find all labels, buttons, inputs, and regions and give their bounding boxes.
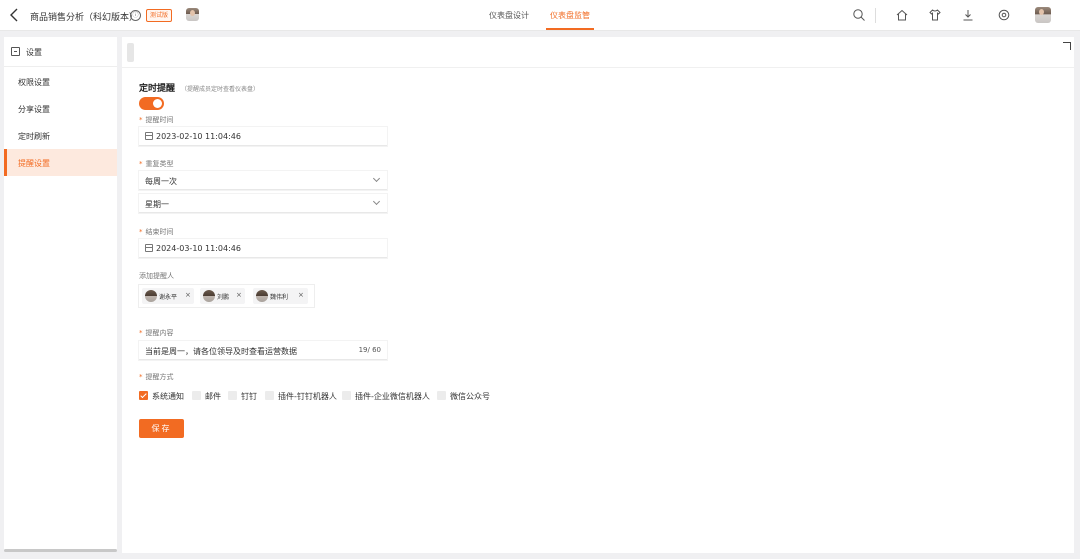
avatar <box>145 290 157 302</box>
recipient-chip: 魏伟利 × <box>253 288 308 304</box>
panel-header <box>122 37 1074 68</box>
checkbox[interactable] <box>265 391 274 400</box>
reminder-content-value: 当前是周一，请各位领导及时查看运营数据 <box>145 347 297 356</box>
weekday-select[interactable]: 星期一 <box>139 194 387 213</box>
method-label: 微信公众号 <box>450 392 490 401</box>
end-time-value: 2024-03-10 11:04:46 <box>156 244 241 253</box>
settings-panel-icon <box>11 47 20 56</box>
tab-dashboard-design[interactable]: 仪表盘设计 <box>489 10 529 21</box>
recipient-name: 刘鹏 <box>217 294 230 301</box>
sidebar-item-share[interactable]: 分享设置 <box>4 95 117 122</box>
repeat-frequency-value: 每周一次 <box>145 177 177 186</box>
search-icon[interactable] <box>852 8 866 22</box>
recipient-chip: 刘鹏 × <box>200 288 245 304</box>
sidebar-title: 设置 <box>26 48 42 57</box>
required-mark: * <box>139 329 143 337</box>
remind-time-picker[interactable]: 2023-02-10 11:04:46 <box>139 127 387 146</box>
dashboard-title: 商品销售分析（科幻版本） <box>30 13 139 23</box>
calendar-icon <box>145 244 153 252</box>
back-arrow-icon[interactable] <box>9 8 21 22</box>
remind-time-label: * 提醒时间 <box>139 116 174 124</box>
method-label: 插件-钉钉机器人 <box>278 392 337 401</box>
home-icon[interactable] <box>895 8 909 22</box>
test-version-badge: 测试版 <box>146 9 173 22</box>
settings-icon[interactable] <box>997 8 1011 22</box>
sidebar-item-permissions[interactable]: 权限设置 <box>4 68 117 95</box>
avatar <box>203 290 215 302</box>
sidebar-item-scheduled-refresh[interactable]: 定时刷新 <box>4 122 117 149</box>
recipient-name: 魏伟利 <box>270 294 289 301</box>
remind-time-value: 2023-02-10 11:04:46 <box>156 132 241 141</box>
methods-label: * 提醒方式 <box>139 373 174 381</box>
info-icon[interactable]: ⓘ <box>130 10 141 21</box>
reminder-content-input[interactable]: 当前是周一，请各位领导及时查看运营数据 19/ 60 <box>139 341 387 360</box>
sidebar-item-label: 分享设置 <box>18 105 50 114</box>
settings-sidebar: 设置 权限设置 分享设置 定时刷新 提醒设置 <box>4 37 117 550</box>
checkbox[interactable] <box>228 391 237 400</box>
method-label: 邮件 <box>205 392 221 401</box>
sidebar-item-label: 定时刷新 <box>18 132 50 141</box>
calendar-icon <box>145 132 153 140</box>
sidebar-scrollbar[interactable] <box>4 549 117 552</box>
end-time-label: * 结束时间 <box>139 228 174 236</box>
weekday-value: 星期一 <box>145 200 169 209</box>
checkbox[interactable] <box>192 391 201 400</box>
sidebar-header: 设置 <box>4 37 117 67</box>
checkbox[interactable] <box>342 391 351 400</box>
expand-icon[interactable] <box>1063 42 1071 50</box>
method-label: 钉钉 <box>241 392 257 401</box>
sidebar-item-reminders[interactable]: 提醒设置 <box>4 149 117 176</box>
repeat-type-label: * 重复类型 <box>139 160 174 168</box>
required-mark: * <box>139 373 143 381</box>
checkbox[interactable] <box>437 391 446 400</box>
required-mark: * <box>139 160 143 168</box>
avatar <box>256 290 268 302</box>
shirt-icon[interactable] <box>928 8 942 22</box>
remove-recipient-icon[interactable]: × <box>236 291 242 299</box>
save-button[interactable]: 保存 <box>139 419 184 438</box>
required-mark: * <box>139 116 143 124</box>
sidebar-item-label: 提醒设置 <box>18 159 50 168</box>
download-icon[interactable] <box>961 8 975 22</box>
owner-avatar[interactable] <box>186 8 199 21</box>
remove-recipient-icon[interactable]: × <box>185 291 191 299</box>
method-label: 插件-企业微信机器人 <box>355 392 430 401</box>
chevron-down-icon <box>372 197 381 206</box>
required-mark: * <box>139 228 143 236</box>
recipients-label: 添加提醒人 <box>139 272 174 280</box>
section-title: 定时提醒 <box>139 84 176 94</box>
drag-handle[interactable] <box>127 43 134 62</box>
checkbox-checked[interactable] <box>139 391 148 400</box>
active-tab-indicator <box>546 28 594 30</box>
end-time-picker[interactable]: 2024-03-10 11:04:46 <box>139 239 387 258</box>
remove-recipient-icon[interactable]: × <box>298 291 304 299</box>
recipients-box[interactable]: 谢永平 × 刘鹏 × 魏伟利 × <box>139 285 314 307</box>
reminder-enable-toggle[interactable] <box>139 97 164 110</box>
recipient-name: 谢永平 <box>159 294 178 301</box>
chevron-down-icon <box>372 174 381 183</box>
method-label: 系统通知 <box>152 392 184 401</box>
repeat-frequency-select[interactable]: 每周一次 <box>139 171 387 190</box>
user-avatar[interactable] <box>1035 7 1051 23</box>
section-subtitle: （提醒成员定时查看仪表盘） <box>181 86 260 93</box>
toolbar-divider <box>875 8 876 23</box>
tab-dashboard-monitor[interactable]: 仪表盘监管 <box>550 10 590 21</box>
reminder-settings-panel: 定时提醒 （提醒成员定时查看仪表盘） * 提醒时间 2023-02-10 11:0… <box>122 37 1074 553</box>
sidebar-item-label: 权限设置 <box>18 78 50 87</box>
char-counter: 19/ 60 <box>358 346 381 354</box>
content-label: * 提醒内容 <box>139 329 174 337</box>
top-bar: 商品销售分析（科幻版本） ⓘ 测试版 仪表盘设计 仪表盘监管 <box>0 0 1080 31</box>
recipient-chip: 谢永平 × <box>142 288 194 304</box>
